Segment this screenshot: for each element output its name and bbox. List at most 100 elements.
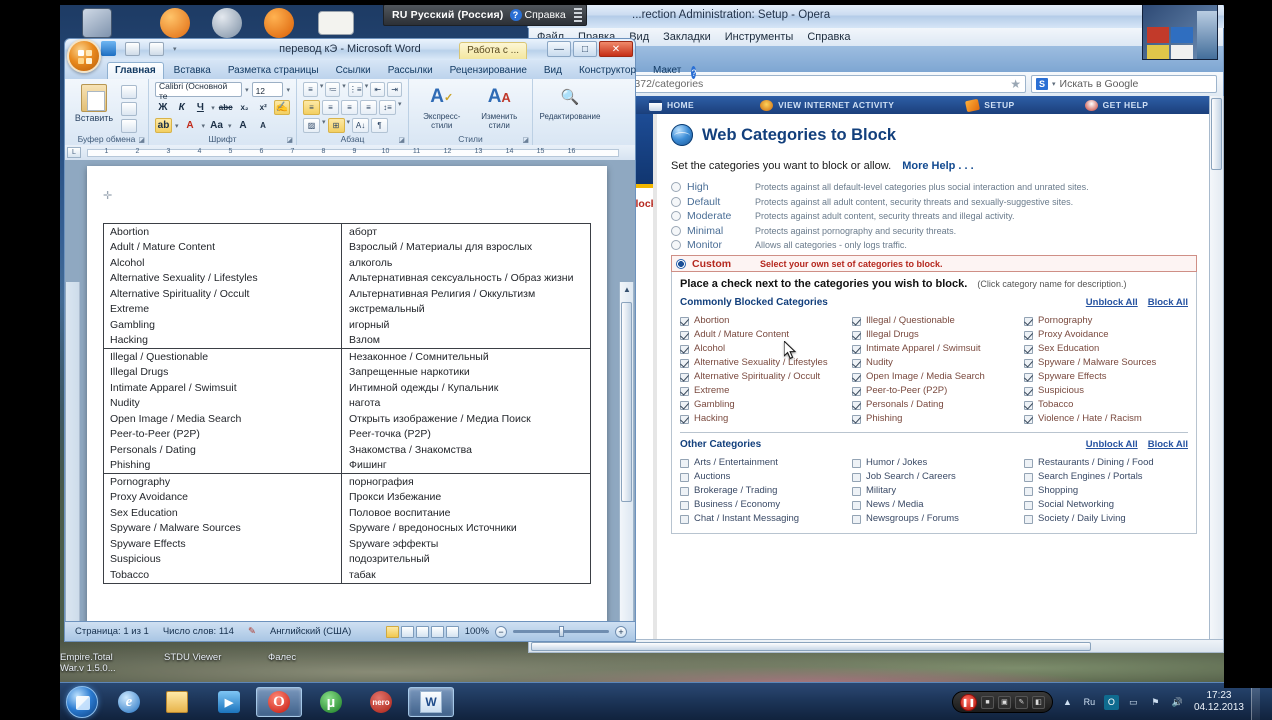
maximize-button[interactable]: □ (573, 41, 597, 57)
level-minimal[interactable]: Minimal Protects against pornography and… (671, 225, 1197, 237)
radio-icon[interactable] (671, 240, 681, 250)
eraser-button[interactable]: ◧ (1031, 695, 1045, 709)
action-center-icon[interactable]: ⚑ (1148, 695, 1163, 710)
category-peer-to-peer[interactable]: Peer-to-Peer (P2P) (852, 383, 1016, 397)
chevron-down-icon[interactable]: ▾ (202, 122, 206, 130)
category-adult-mature-content[interactable]: Adult / Mature Content (680, 327, 844, 341)
antivirus-icon[interactable]: O (1103, 694, 1119, 710)
level-high[interactable]: High Protects against all default-level … (671, 181, 1197, 193)
status-page-count[interactable]: Страница: 1 из 1 (75, 626, 149, 637)
checkbox-icon[interactable] (680, 472, 689, 482)
category-open-image-media-search[interactable]: Open Image / Media Search (852, 369, 1016, 383)
decrease-indent-icon[interactable]: ⇤ (370, 82, 386, 97)
checkbox-icon[interactable] (1024, 386, 1033, 396)
level-default[interactable]: Default Protects against all adult conte… (671, 196, 1197, 208)
zoom-slider-knob[interactable] (559, 626, 564, 637)
justify-icon[interactable]: ≡ (360, 100, 377, 115)
checkbox-icon[interactable] (680, 414, 689, 424)
font-color-button[interactable]: A (182, 118, 199, 133)
taskbar-windows-explorer[interactable] (154, 687, 200, 717)
category-alcohol[interactable]: Alcohol (680, 341, 844, 355)
block-all-commonly[interactable]: Block All (1148, 297, 1188, 308)
tab-review[interactable]: Рецензирование (443, 63, 534, 79)
checkbox-icon[interactable] (680, 330, 689, 340)
checkbox-icon[interactable] (852, 486, 861, 496)
checkbox-icon[interactable] (852, 316, 861, 326)
checkbox-icon[interactable] (1024, 344, 1033, 354)
underline-button[interactable]: Ч (193, 100, 209, 115)
taskbar-internet-explorer[interactable]: e (106, 687, 152, 717)
draft-view-icon[interactable] (445, 625, 459, 638)
category-spyware-effects[interactable]: Spyware Effects (1024, 369, 1188, 383)
shading-icon[interactable]: ▨ (303, 118, 320, 133)
category-social-networking[interactable]: Social Networking (1024, 497, 1188, 511)
close-button[interactable]: ✕ (599, 41, 633, 57)
unblock-all-other[interactable]: Unblock All (1086, 439, 1138, 450)
nav-view-internet-activity[interactable]: VIEW INTERNET ACTIVITY (738, 99, 894, 111)
dialog-launcher-icon[interactable]: ◪ (398, 136, 405, 144)
category-gambling[interactable]: Gambling (680, 397, 844, 411)
category-society-daily-living[interactable]: Society / Daily Living (1024, 511, 1188, 525)
taskbar-opera[interactable]: O (256, 687, 302, 717)
category-suspicious[interactable]: Suspicious (1024, 383, 1188, 397)
language-bar[interactable]: RU Русский (Россия) ? Справка (383, 4, 587, 26)
scrollbar-thumb[interactable] (1211, 98, 1222, 170)
align-center-icon[interactable]: ≡ (322, 100, 339, 115)
clock[interactable]: 17:23 04.12.2013 (1192, 690, 1244, 714)
help-icon[interactable]: ? (691, 66, 697, 79)
checkbox-icon[interactable] (1024, 330, 1033, 340)
category-illegal-drugs[interactable]: Illegal Drugs (852, 327, 1016, 341)
checkbox-icon[interactable] (852, 472, 861, 482)
volume-icon[interactable]: 🔊 (1170, 695, 1185, 710)
category-sex-education[interactable]: Sex Education (1024, 341, 1188, 355)
nav-home[interactable]: HOME (627, 99, 694, 111)
language-indicator[interactable]: Ru (1082, 695, 1097, 710)
checkbox-icon[interactable] (852, 514, 861, 524)
orange-app-icon-2[interactable] (264, 8, 294, 38)
proofing-icon[interactable]: ✎ (248, 626, 256, 637)
checkbox-icon[interactable] (680, 344, 689, 354)
text-highlight-button[interactable]: ab (155, 118, 172, 133)
desktop-icon-fales[interactable]: Фалес (268, 652, 346, 674)
taskbar-utorrent[interactable]: µ (308, 687, 354, 717)
zoom-level[interactable]: 100% (465, 626, 489, 637)
increase-indent-icon[interactable]: ⇥ (387, 82, 402, 97)
word-vertical-scrollbar[interactable]: ▲ ▼ (619, 282, 634, 621)
zoom-slider[interactable] (513, 626, 609, 637)
radio-icon[interactable] (671, 211, 681, 221)
change-styles-button[interactable]: AA Изменить стили (473, 82, 527, 130)
checkbox-icon[interactable] (852, 344, 861, 354)
checkbox-icon[interactable] (680, 372, 689, 382)
clear-formatting-button[interactable]: ✍ (274, 100, 291, 115)
category-arts-entertainment[interactable]: Arts / Entertainment (680, 455, 844, 469)
strikethrough-button[interactable]: abc (218, 100, 234, 115)
chevron-down-icon[interactable]: ▾ (286, 86, 290, 94)
checkbox-icon[interactable] (680, 358, 689, 368)
font-size-input[interactable]: 12 (251, 82, 284, 97)
checkbox-icon[interactable] (1024, 500, 1033, 510)
category-job-search-careers[interactable]: Job Search / Careers (852, 469, 1016, 483)
radio-icon[interactable] (671, 196, 681, 207)
checkbox-icon[interactable] (1024, 486, 1033, 496)
scrollbar-thumb[interactable] (531, 642, 1091, 651)
numbering-icon[interactable]: ≔ (325, 82, 341, 97)
category-illegal-questionable[interactable]: Illegal / Questionable (852, 313, 1016, 327)
checkbox-icon[interactable] (852, 500, 861, 510)
category-extreme[interactable]: Extreme (680, 383, 844, 397)
bullets-icon[interactable]: ≡ (303, 82, 318, 97)
document-icon[interactable] (318, 11, 354, 35)
more-help-link[interactable]: More Help . . . (902, 160, 974, 172)
word-ruler[interactable]: L 12 34 56 78 9 10 11 12 13 14 15 16 (64, 145, 636, 160)
scrollbar-thumb[interactable] (621, 302, 632, 502)
dialog-launcher-icon[interactable]: ◪ (138, 136, 145, 144)
category-chat-instant-messaging[interactable]: Chat / Instant Messaging (680, 511, 844, 525)
media-app-icon[interactable] (212, 8, 242, 38)
category-business-economy[interactable]: Business / Economy (680, 497, 844, 511)
italic-button[interactable]: К (174, 100, 190, 115)
borders-icon[interactable]: ⊞ (327, 118, 345, 133)
chevron-down-icon[interactable]: ▾ (211, 104, 215, 112)
tab-references[interactable]: Ссылки (329, 63, 378, 79)
checkbox-icon[interactable] (852, 330, 861, 340)
sort-icon[interactable]: A↓ (352, 118, 370, 133)
tab-design[interactable]: Конструктор (572, 63, 643, 79)
